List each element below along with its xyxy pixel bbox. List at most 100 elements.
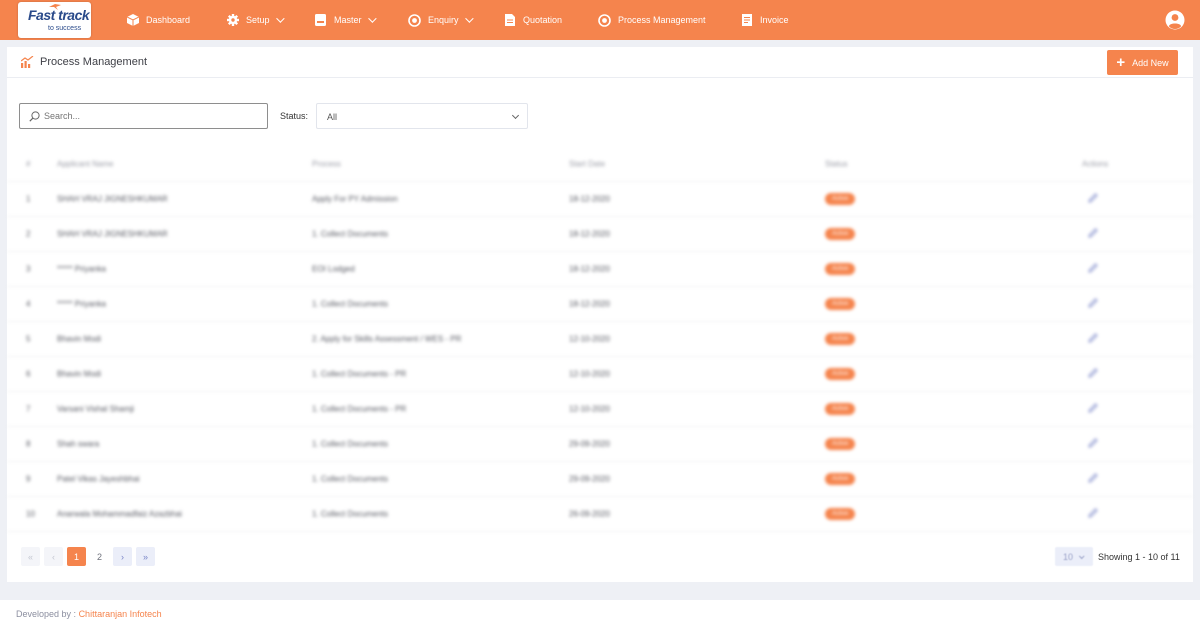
footer-credit: Developed by : Chittaranjan Infotech <box>16 609 162 619</box>
nav-label: Invoice <box>760 15 789 25</box>
table-row: 3 ***** Priyanka EOI Lodged 18-12-2020 Activ… <box>7 252 1193 287</box>
cell-process: EOI Lodged <box>312 264 355 274</box>
status-badge: Active <box>825 263 856 275</box>
process-table: # Applicant Name Process Start Date Stat… <box>7 146 1193 532</box>
prev-page-button[interactable]: ‹ <box>44 547 63 566</box>
cell-num: 5 <box>26 334 31 344</box>
nav-label: Enquiry <box>428 15 459 25</box>
pencil-icon <box>1088 403 1098 413</box>
document-icon <box>503 14 516 27</box>
cell-process: 1. Collect Documents <box>312 229 389 239</box>
cell-process: 2. Apply for Skills Assessment / WES - P… <box>312 334 462 344</box>
add-new-label: Add New <box>1132 57 1169 68</box>
add-new-button[interactable]: + Add New <box>1107 50 1178 75</box>
next-page-button[interactable]: › <box>113 547 132 566</box>
cell-start-date: 18-12-2020 <box>569 194 610 204</box>
cell-start-date: 29-09-2020 <box>569 474 610 484</box>
cell-start-date: 29-09-2020 <box>569 439 610 449</box>
nav-dashboard[interactable]: Dashboard <box>126 0 190 40</box>
top-navbar: Fast track to success Dashboard Setup Ma… <box>0 0 1200 40</box>
edit-button[interactable] <box>1088 368 1098 380</box>
cell-start-date: 12-10-2020 <box>569 404 610 414</box>
status-badge: Active <box>825 508 856 520</box>
status-badge: Active <box>825 368 856 380</box>
pencil-icon <box>1088 438 1098 448</box>
table-row: 4 ***** Priyanka 1. Collect Documents 18-12… <box>7 287 1193 322</box>
edit-button[interactable] <box>1088 508 1098 520</box>
cell-num: 2 <box>26 229 31 239</box>
edit-button[interactable] <box>1088 438 1098 450</box>
cell-process: 1. Collect Documents <box>312 439 389 449</box>
pencil-icon <box>1088 508 1098 518</box>
page-2-button[interactable]: 2 <box>90 547 109 566</box>
header-start-date[interactable]: Start Date <box>569 159 605 168</box>
developed-by-label: Developed by : <box>16 609 77 619</box>
table-body: 1 SHAH VRAJ JIGNESHKUMAR Apply For PY Admi… <box>7 182 1193 532</box>
search-box <box>19 103 268 129</box>
header-process[interactable]: Process <box>312 159 341 168</box>
brand-logo[interactable]: Fast track to success <box>18 2 91 38</box>
table-row: 1 SHAH VRAJ JIGNESHKUMAR Apply For PY Admi… <box>7 182 1193 217</box>
nav-process-management[interactable]: Process Management <box>598 0 706 40</box>
cell-start-date: 26-09-2020 <box>569 509 610 519</box>
nav-setup[interactable]: Setup <box>226 0 285 40</box>
pencil-icon <box>1088 368 1098 378</box>
chevron-down-icon <box>511 111 520 120</box>
header-status[interactable]: Status <box>825 159 848 168</box>
nav-invoice[interactable]: Invoice <box>740 0 789 40</box>
nav-label: Quotation <box>523 15 563 25</box>
last-page-button[interactable]: » <box>136 547 155 566</box>
nav-enquiry[interactable]: Enquiry <box>408 0 474 40</box>
cell-num: 4 <box>26 299 31 309</box>
edit-button[interactable] <box>1088 298 1098 310</box>
chevron-down-icon <box>1078 552 1085 559</box>
status-badge: Active <box>825 403 856 415</box>
cell-process: Apply For PY Admission <box>312 194 398 204</box>
table-row: 6 Bhavin Modi 1. Collect Documents - PR 12-… <box>7 357 1193 392</box>
cell-num: 10 <box>26 509 35 519</box>
pencil-icon <box>1088 473 1098 483</box>
nav-quotation[interactable]: Quotation <box>503 0 562 40</box>
status-select-value: All <box>327 112 338 122</box>
edit-button[interactable] <box>1088 263 1098 275</box>
edit-button[interactable] <box>1088 193 1098 205</box>
header-applicant-name[interactable]: Applicant Name <box>57 159 113 168</box>
search-input[interactable] <box>44 108 254 124</box>
search-icon <box>29 111 40 122</box>
header-num: # <box>26 159 31 168</box>
edit-button[interactable] <box>1088 403 1098 415</box>
pencil-icon <box>1088 193 1098 203</box>
edit-button[interactable] <box>1088 228 1098 240</box>
edit-button[interactable] <box>1088 333 1098 345</box>
pencil-icon <box>1088 228 1098 238</box>
cell-num: 1 <box>26 194 31 204</box>
target-icon <box>408 13 421 27</box>
table-row: 9 Patel Vikas Jayeshbhai 1. Collect Docume… <box>7 462 1193 497</box>
table-row: 7 Varsani Vishal Shamji 1. Collect Documen… <box>7 392 1193 427</box>
cell-process: 1. Collect Documents - PR <box>312 369 407 379</box>
user-avatar-icon[interactable] <box>1165 10 1185 30</box>
page-size-value: 10 <box>1063 551 1074 562</box>
nav-master[interactable]: Master <box>314 0 377 40</box>
status-badge: Active <box>825 228 856 240</box>
page-size-select[interactable]: 10 <box>1055 547 1093 566</box>
pagination: « ‹ 1 2 › » <box>21 547 155 566</box>
status-select[interactable]: All <box>316 103 528 129</box>
chart-icon <box>21 56 34 68</box>
cell-process: 1. Collect Documents - PR <box>312 404 407 414</box>
gear-icon <box>226 14 239 27</box>
page-1-button[interactable]: 1 <box>67 547 86 566</box>
chevron-down-icon <box>367 14 377 23</box>
table-row: 5 Bhavin Modi 2. Apply for Skills Assessme… <box>7 322 1193 357</box>
cell-applicant-name: SHAH VRAJ JIGNESHKUMAR <box>57 229 168 239</box>
chevron-down-icon <box>464 14 474 23</box>
cell-start-date: 18-12-2020 <box>569 229 610 239</box>
company-link[interactable]: Chittaranjan Infotech <box>79 609 162 619</box>
first-page-button[interactable]: « <box>21 547 40 566</box>
table-header: # Applicant Name Process Start Date Stat… <box>7 146 1193 182</box>
cell-applicant-name: SHAH VRAJ JIGNESHKUMAR <box>57 194 168 204</box>
cell-start-date: 12-10-2020 <box>569 334 610 344</box>
nav-label: Setup <box>246 15 270 25</box>
edit-button[interactable] <box>1088 473 1098 485</box>
cell-process: 1. Collect Documents <box>312 299 389 309</box>
